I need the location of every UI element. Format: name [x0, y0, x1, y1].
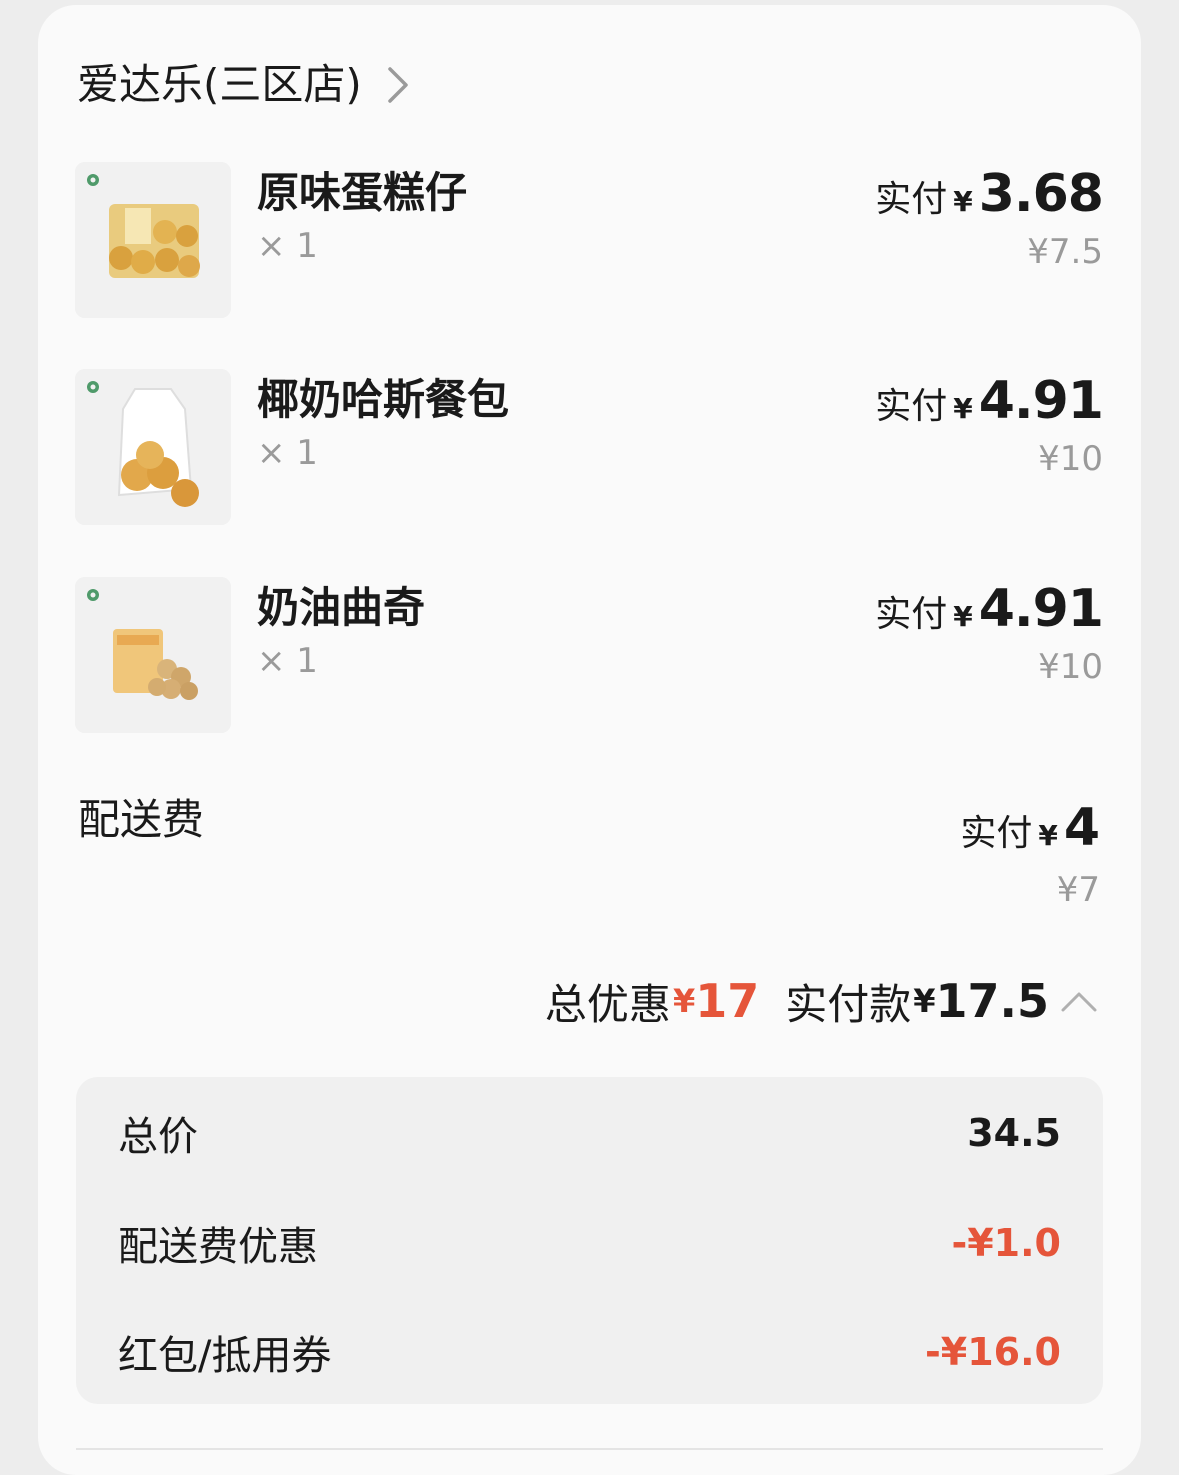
breakdown-value: -¥16.0: [925, 1330, 1061, 1374]
item-name: 椰奶哈斯餐包: [257, 375, 510, 424]
total-paid-label: 实付款: [785, 979, 912, 1029]
item-quantity: × 1: [257, 641, 318, 681]
chevron-right-icon: [388, 67, 408, 103]
delivery-original-price: ¥7: [1056, 870, 1100, 910]
breakdown-label: 总价: [118, 1114, 198, 1160]
original-price: ¥10: [1038, 647, 1103, 687]
currency-symbol: ¥: [672, 982, 696, 1020]
breakdown-label: 红包/抵用券: [118, 1333, 332, 1379]
store-name: 爱达乐(三区店): [77, 60, 362, 109]
product-image-cake: [75, 162, 231, 318]
total-paid-amount: 17.5: [935, 974, 1050, 1028]
delivery-fee-label: 配送费: [78, 795, 205, 844]
breakdown-row: 红包/抵用券 -¥16.0: [118, 1322, 1061, 1382]
breakdown-value: 34.5: [967, 1111, 1061, 1155]
order-item[interactable]: 奶油曲奇 × 1 实付 ¥ 4.91 ¥10: [75, 577, 1104, 733]
item-name: 奶油曲奇: [257, 583, 426, 632]
breakdown-label: 配送费优惠: [118, 1224, 318, 1270]
delivery-paid-price: 实付 ¥ 4: [960, 798, 1100, 858]
item-paid-price: 实付 ¥ 4.91: [875, 371, 1104, 431]
currency-symbol: ¥: [953, 185, 973, 218]
paid-amount: 4.91: [978, 371, 1104, 431]
product-image-bun: [75, 369, 231, 525]
item-quantity: × 1: [257, 433, 318, 473]
payment-summary[interactable]: 总优惠 ¥ 17 实付款 ¥ 17.5: [545, 966, 1099, 1036]
order-item[interactable]: 椰奶哈斯餐包 × 1 实付 ¥ 4.91 ¥10: [75, 369, 1104, 525]
store-link[interactable]: 爱达乐(三区店): [77, 56, 412, 114]
paid-amount: 4: [1063, 798, 1100, 858]
chevron-up-icon[interactable]: [1059, 986, 1099, 1016]
item-paid-price: 实付 ¥ 3.68: [875, 164, 1104, 224]
breakdown-row: 配送费优惠 -¥1.0: [118, 1213, 1061, 1273]
paid-label: 实付: [875, 386, 948, 427]
currency-symbol: ¥: [913, 982, 936, 1020]
paid-label: 实付: [875, 179, 948, 220]
breakdown-row: 总价 34.5: [118, 1103, 1061, 1163]
item-paid-price: 实付 ¥ 4.91: [875, 579, 1104, 639]
total-discount-amount: 17: [695, 974, 760, 1028]
paid-label: 实付: [960, 813, 1033, 854]
original-price: ¥7.5: [1027, 232, 1103, 272]
original-price: ¥10: [1038, 439, 1103, 479]
paid-amount: 3.68: [978, 164, 1104, 224]
currency-symbol: ¥: [953, 600, 973, 633]
total-discount-label: 总优惠: [544, 979, 671, 1029]
paid-label: 实付: [875, 594, 948, 635]
price-breakdown-panel: 总价 34.5 配送费优惠 -¥1.0 红包/抵用券 -¥16.0: [76, 1077, 1103, 1404]
breakdown-value: -¥1.0: [951, 1221, 1061, 1265]
currency-symbol: ¥: [953, 392, 973, 425]
product-image-cookie: [75, 577, 231, 733]
currency-symbol: ¥: [1038, 819, 1058, 852]
paid-amount: 4.91: [978, 579, 1104, 639]
item-quantity: × 1: [257, 226, 318, 266]
item-name: 原味蛋糕仔: [257, 168, 468, 217]
order-item[interactable]: 原味蛋糕仔 × 1 实付 ¥ 3.68 ¥7.5: [75, 162, 1104, 318]
divider: [76, 1448, 1103, 1450]
